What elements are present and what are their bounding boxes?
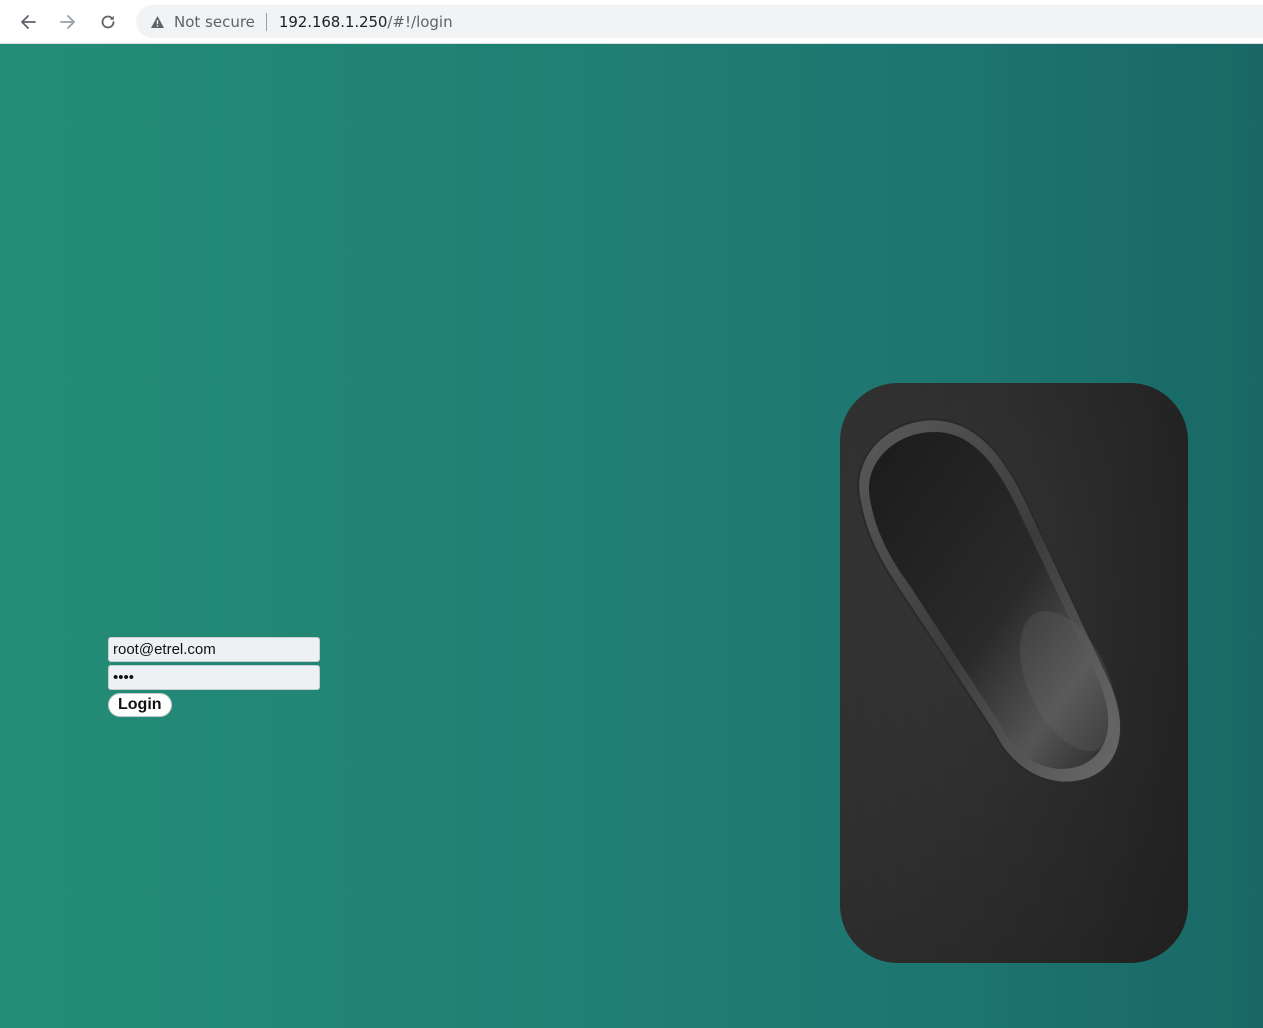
security-label[interactable]: Not secure xyxy=(174,13,255,31)
arrow-right-icon xyxy=(59,13,77,31)
url-host[interactable]: 192.168.1.250 xyxy=(279,13,388,31)
ev-charger-device-image xyxy=(840,383,1188,963)
password-field[interactable] xyxy=(108,665,320,690)
login-button[interactable]: Login xyxy=(108,693,172,717)
omnibox-divider xyxy=(265,12,267,31)
warning-triangle-icon[interactable] xyxy=(150,15,165,29)
reload-button[interactable] xyxy=(95,9,121,35)
forward-button[interactable] xyxy=(55,9,81,35)
login-page: Login xyxy=(0,44,1263,1028)
back-button[interactable] xyxy=(15,9,41,35)
url-path[interactable]: /#!/login xyxy=(387,13,452,31)
address-bar[interactable]: Not secure 192.168.1.250/#!/login xyxy=(136,5,1263,38)
login-form: Login xyxy=(108,637,322,717)
arrow-left-icon xyxy=(19,13,37,31)
email-field[interactable] xyxy=(108,637,320,662)
browser-toolbar: Not secure 192.168.1.250/#!/login xyxy=(0,0,1263,44)
reload-icon xyxy=(99,13,117,31)
